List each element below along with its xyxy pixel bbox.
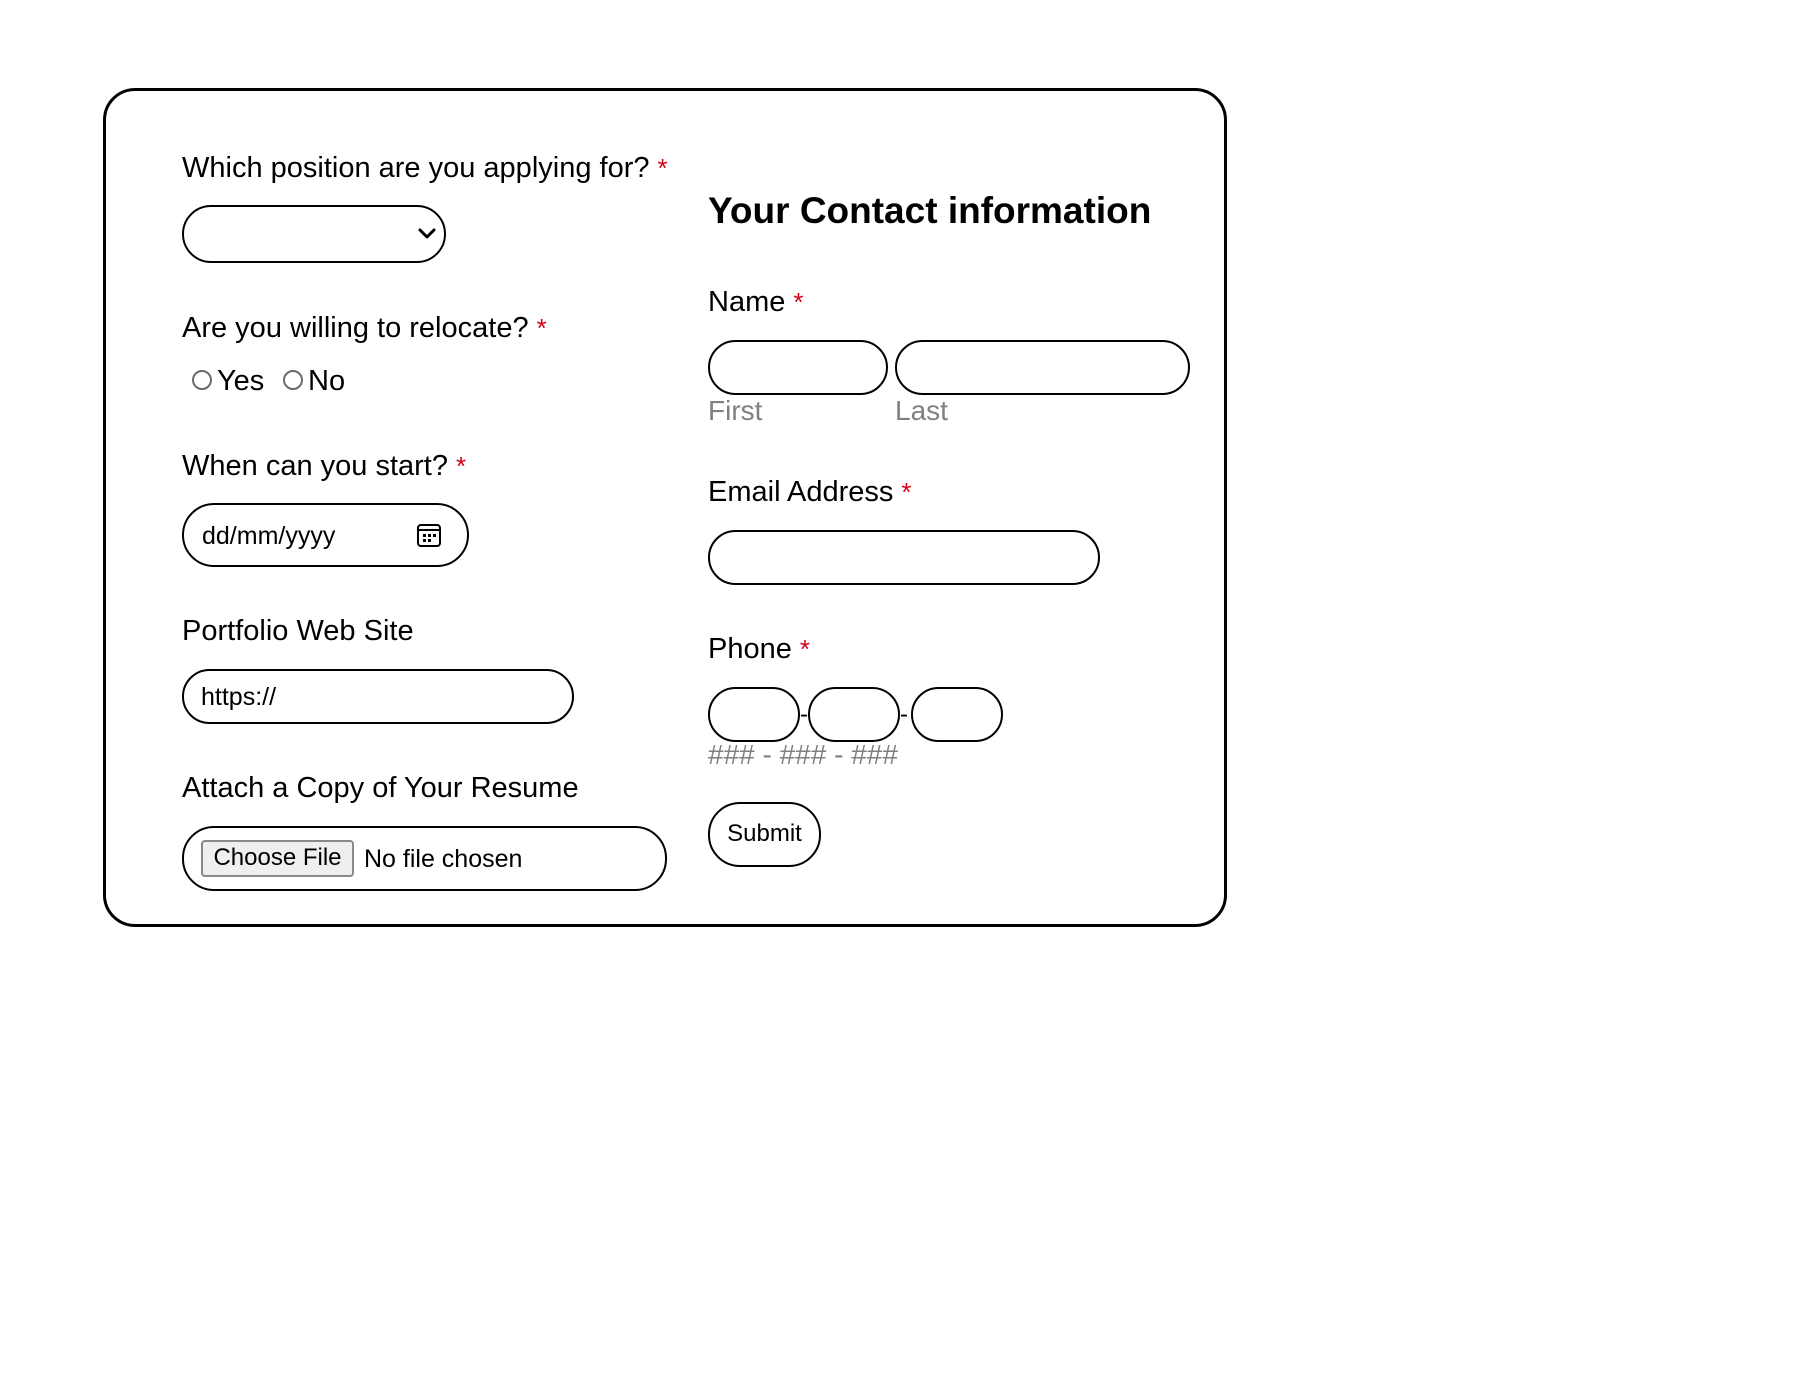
email-input[interactable] [708,530,1100,585]
file-status-text: No file chosen [364,845,523,873]
calendar-icon[interactable] [416,522,442,548]
last-name-sublabel: Last [895,395,948,426]
relocate-yes-label[interactable]: Yes [217,364,264,398]
portfolio-value: https:// [201,683,277,711]
relocate-label: Are you willing to relocate? [182,312,529,344]
first-name-sublabel: First [708,395,763,426]
required-marker: * [455,451,467,481]
relocate-question: Are you willing to relocate? * [182,311,547,345]
phone-separator: - [900,701,908,728]
portfolio-input[interactable]: https:// [182,669,574,724]
submit-button[interactable]: Submit [708,802,821,867]
application-form-card: Which position are you applying for? * Ar… [103,88,1227,927]
start-date-placeholder: dd/mm/yyyy [202,522,336,550]
last-name-input[interactable] [895,340,1190,395]
name-label: Name [708,286,786,318]
required-marker: * [657,153,668,183]
first-name-input[interactable] [708,340,888,395]
start-date-label: When can you start? [182,450,448,482]
relocate-no-radio[interactable] [283,370,303,390]
phone-format-hint: ### - ### - ### [708,739,898,770]
required-marker: * [536,313,547,343]
phone-line-number-input[interactable] [911,687,1003,742]
start-date-input[interactable]: dd/mm/yyyy [182,503,469,567]
start-date-question: When can you start? * [182,449,466,483]
contact-heading: Your Contact information [708,190,1152,231]
phone-prefix-input[interactable] [808,687,900,742]
chevron-down-icon [418,228,436,239]
relocate-no-label[interactable]: No [308,364,345,398]
relocate-yes-radio[interactable] [192,370,212,390]
email-label: Email Address [708,476,894,508]
required-marker: * [793,287,804,317]
phone-label: Phone [708,633,792,665]
position-question: Which position are you applying for? * [182,151,668,185]
name-question: Name * [708,285,803,319]
required-marker: * [901,477,912,507]
portfolio-label: Portfolio Web Site [182,615,414,647]
choose-file-button[interactable]: Choose File [201,840,354,877]
position-label: Which position are you applying for? [182,152,650,184]
phone-question: Phone * [708,632,810,666]
email-question: Email Address * [708,475,911,509]
position-select[interactable] [182,205,446,263]
resume-label: Attach a Copy of Your Resume [182,772,579,804]
resume-file-input[interactable]: Choose File No file chosen [182,826,667,891]
required-marker: * [799,634,810,664]
phone-separator: - [800,701,808,728]
phone-area-code-input[interactable] [708,687,800,742]
